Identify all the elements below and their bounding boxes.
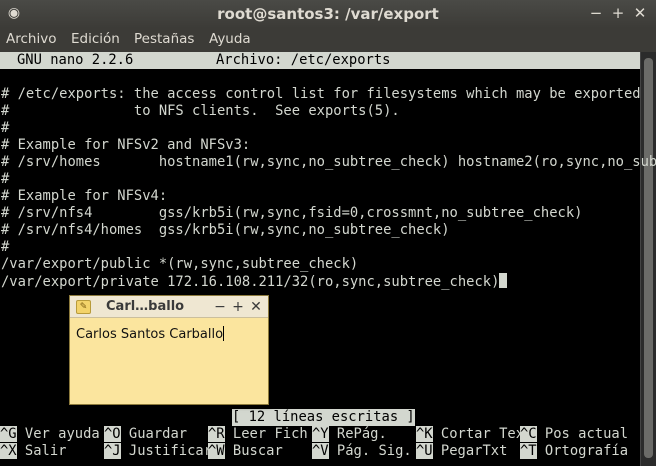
shortcut-key: ^K	[416, 426, 433, 442]
shortcut-label: Leer Fich	[224, 426, 308, 442]
sticky-note-titlebar[interactable]: ✎ Carl…ballo − + ✕	[70, 296, 268, 318]
shortcut-key: ^J	[104, 443, 121, 459]
shortcut-label: RePág.	[328, 426, 387, 442]
shortcut-guardar[interactable]: ^O Guardar	[104, 426, 187, 443]
shortcut-pegartxt[interactable]: ^U PegarTxt	[416, 443, 507, 460]
menu-archivo[interactable]: Archivo	[6, 31, 56, 47]
shortcut-key: ^U	[416, 443, 433, 459]
shortcut-cortar-tex[interactable]: ^K Cortar Tex	[416, 426, 524, 443]
shortcut-justificar[interactable]: ^J Justificar	[104, 443, 212, 460]
menu-pestanas[interactable]: Pestañas	[134, 31, 194, 47]
shortcut-key: ^G	[0, 426, 17, 442]
minimize-button[interactable]: −	[586, 3, 606, 23]
nano-header: GNU nano 2.2.6 Archivo: /etc/exports	[0, 52, 640, 69]
maximize-button[interactable]: +	[608, 3, 628, 23]
status-message: [ 12 líneas escritas ]	[232, 409, 415, 426]
menu-edicion[interactable]: Edición	[71, 31, 120, 47]
shortcut-key: ^V	[312, 443, 329, 459]
shortcut-label: Buscar	[224, 443, 283, 459]
shortcut-key: ^T	[520, 443, 537, 459]
editor-line[interactable]: #	[1, 171, 9, 188]
shortcut-key: ^C	[520, 426, 537, 442]
shortcut-key: ^W	[208, 443, 225, 459]
nano-version: GNU nano 2.2.6	[17, 52, 134, 68]
menu-ayuda[interactable]: Ayuda	[209, 31, 251, 47]
shortcut-ver-ayuda[interactable]: ^G Ver ayuda	[0, 426, 100, 443]
editor-line[interactable]: #	[1, 239, 9, 256]
shortcut-label: Cortar Tex	[432, 426, 524, 442]
sticky-note-title: Carl…ballo	[106, 299, 185, 314]
shortcut-key: ^Y	[312, 426, 329, 442]
shortcut-pos-actual[interactable]: ^C Pos actual	[520, 426, 628, 443]
editor-line[interactable]: # to NFS clients. See exports(5).	[1, 103, 400, 120]
text-cursor	[499, 273, 508, 288]
editor-line[interactable]: /var/export/public *(rw,sync,subtree_che…	[1, 256, 358, 273]
shortcut-key: ^R	[208, 426, 225, 442]
editor-line[interactable]: # /srv/homes hostname1(rw,sync,no_subtre…	[1, 154, 656, 171]
sticky-close-button[interactable]: ✕	[248, 298, 264, 316]
shortcut-buscar[interactable]: ^W Buscar	[208, 443, 283, 460]
editor-line[interactable]: # Example for NFSv4:	[1, 188, 167, 205]
shortcut-label: Pág. Sig.	[328, 443, 412, 459]
shortcut-ortografia[interactable]: ^T Ortografía	[520, 443, 628, 460]
shortcut-key: ^X	[0, 443, 17, 459]
editor-line-current[interactable]: /var/export/private 172.16.108.211/32(ro…	[1, 273, 508, 290]
editor-line[interactable]: # Example for NFSv2 and NFSv3:	[1, 137, 250, 154]
shortcut-label: PegarTxt	[432, 443, 508, 459]
scrollbar-thumb[interactable]	[644, 58, 653, 458]
editor-line[interactable]: # /srv/nfs4/homes gss/krb5i(rw,sync,no_s…	[1, 222, 450, 239]
sticky-add-button[interactable]: +	[230, 298, 246, 316]
text-caret	[223, 326, 225, 341]
nano-filename: Archivo: /etc/exports	[216, 52, 391, 68]
shortcut-salir[interactable]: ^X Salir	[0, 443, 66, 460]
window-title: root@santos3: /var/export	[217, 5, 439, 23]
sticky-note-text: Carlos Santos Carballo	[76, 327, 224, 342]
shortcut-repag[interactable]: ^Y RePág.	[312, 426, 387, 443]
window-titlebar[interactable]: ◉ root@santos3: /var/export − + ✕	[0, 0, 656, 28]
shortcut-label: Justificar	[120, 443, 212, 459]
close-button[interactable]: ✕	[630, 3, 650, 23]
sticky-minimize-button[interactable]: −	[212, 298, 228, 316]
sticky-note-window[interactable]: ✎ Carl…ballo − + ✕ Carlos Santos Carball…	[69, 295, 269, 405]
shortcut-label: Pos actual	[536, 426, 628, 442]
sticky-note-icon: ✎	[76, 300, 91, 314]
menubar: Archivo Edición Pestañas Ayuda	[0, 28, 656, 52]
editor-line[interactable]: #	[1, 120, 9, 137]
shortcut-key: ^O	[104, 426, 121, 442]
editor-line[interactable]: # /srv/nfs4 gss/krb5i(rw,sync,fsid=0,cro…	[1, 205, 582, 222]
shortcut-label: Ver ayuda	[16, 426, 100, 442]
terminal-scrollbar[interactable]	[640, 52, 656, 466]
shortcut-label: Salir	[16, 443, 67, 459]
shortcut-pag-sig[interactable]: ^V Pág. Sig.	[312, 443, 412, 460]
editor-line[interactable]: # /etc/exports: the access control list …	[1, 86, 641, 103]
editor-line-text: /var/export/private 172.16.108.211/32(ro…	[1, 274, 500, 290]
sticky-note-body[interactable]: Carlos Santos Carballo	[76, 326, 225, 342]
shortcut-label: Ortografía	[536, 443, 628, 459]
shortcut-leer-fich[interactable]: ^R Leer Fich	[208, 426, 308, 443]
shortcut-label: Guardar	[120, 426, 188, 442]
